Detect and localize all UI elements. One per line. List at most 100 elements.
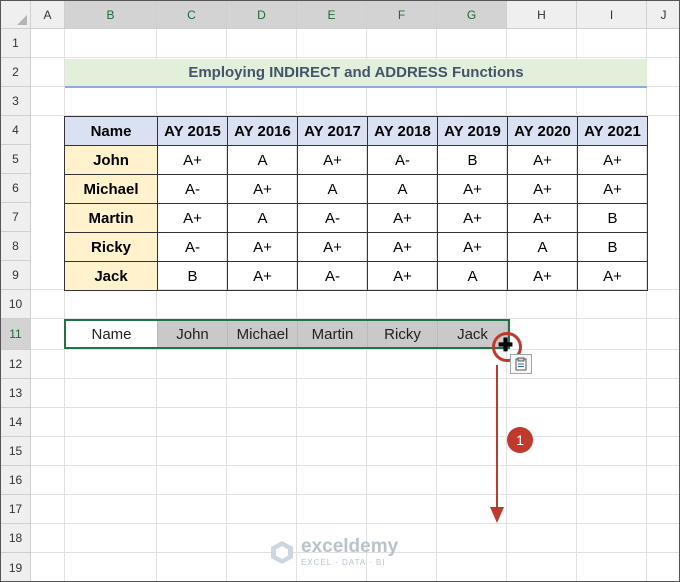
gridline <box>31 378 679 379</box>
grade-cell[interactable]: A+ <box>577 174 648 204</box>
name-cell[interactable]: Ricky <box>64 232 158 262</box>
grade-cell[interactable]: A+ <box>507 174 578 204</box>
gridline <box>31 407 679 408</box>
row-header-7[interactable]: 7 <box>1 203 31 232</box>
gridline <box>31 494 679 495</box>
grade-cell[interactable]: A+ <box>437 232 508 262</box>
column-header-c[interactable]: C <box>157 1 227 29</box>
grade-cell[interactable]: A+ <box>577 145 648 175</box>
grade-cell[interactable]: A+ <box>507 261 578 291</box>
name-cell[interactable]: Martin <box>64 203 158 233</box>
grade-cell[interactable]: A+ <box>297 145 368 175</box>
row-header-18[interactable]: 18 <box>1 524 31 553</box>
column-header-a[interactable]: A <box>31 1 65 29</box>
grade-cell[interactable]: A+ <box>367 232 438 262</box>
column-header-h[interactable]: H <box>507 1 577 29</box>
column-header-f[interactable]: F <box>367 1 437 29</box>
header-cell[interactable]: AY 2016 <box>227 116 298 146</box>
grade-cell[interactable]: A- <box>157 174 228 204</box>
grade-cell[interactable]: A+ <box>507 203 578 233</box>
spreadsheet-window: A B C D E F G H I J 1 2 3 4 5 6 7 8 9 10… <box>0 0 680 582</box>
grade-cell[interactable]: B <box>437 145 508 175</box>
grade-cell[interactable]: A- <box>297 261 368 291</box>
name-cell[interactable]: Michael <box>64 174 158 204</box>
row-header-2[interactable]: 2 <box>1 58 31 87</box>
grade-cell[interactable]: B <box>577 203 648 233</box>
logo-mark-icon <box>271 540 293 564</box>
row-header-9[interactable]: 9 <box>1 261 31 290</box>
row-header-16[interactable]: 16 <box>1 466 31 495</box>
header-cell[interactable]: AY 2018 <box>367 116 438 146</box>
header-cell[interactable]: AY 2021 <box>577 116 648 146</box>
row-header-15[interactable]: 15 <box>1 437 31 466</box>
grade-cell[interactable]: A <box>227 145 298 175</box>
header-cell[interactable]: AY 2019 <box>437 116 508 146</box>
row-header-17[interactable]: 17 <box>1 495 31 524</box>
grade-cell[interactable]: A+ <box>437 174 508 204</box>
clipboard-icon[interactable] <box>510 354 532 374</box>
grade-cell[interactable]: A+ <box>227 232 298 262</box>
row-header-13[interactable]: 13 <box>1 379 31 408</box>
table-row: Jack B A+ A- A+ A A+ A+ <box>64 261 648 291</box>
header-cell[interactable]: AY 2020 <box>507 116 578 146</box>
column-header-g[interactable]: G <box>437 1 507 29</box>
sheet-title[interactable]: Employing INDIRECT and ADDRESS Functions <box>65 59 647 88</box>
grade-cell[interactable]: A+ <box>437 203 508 233</box>
row-header-19[interactable]: 19 <box>1 553 31 581</box>
table-row: Martin A+ A A- A+ A+ A+ B <box>64 203 648 233</box>
grade-cell[interactable]: A+ <box>227 174 298 204</box>
name-cell[interactable]: John <box>64 145 158 175</box>
grade-cell[interactable]: A- <box>297 203 368 233</box>
transposed-name-cell[interactable]: John <box>158 321 228 347</box>
grade-cell[interactable]: A- <box>367 145 438 175</box>
transposed-name-cell[interactable]: Ricky <box>368 321 438 347</box>
grade-cell[interactable]: A+ <box>367 261 438 291</box>
header-cell[interactable]: AY 2015 <box>157 116 228 146</box>
selected-range[interactable]: Name John Michael Martin Ricky Jack <box>64 319 510 349</box>
column-header-b[interactable]: B <box>65 1 157 29</box>
column-header-i[interactable]: I <box>577 1 647 29</box>
gridline <box>226 29 227 581</box>
grade-cell[interactable]: A+ <box>227 261 298 291</box>
grade-cell[interactable]: A <box>227 203 298 233</box>
row-header-11[interactable]: 11 <box>1 319 31 350</box>
header-cell[interactable]: AY 2017 <box>297 116 368 146</box>
row-header-5[interactable]: 5 <box>1 145 31 174</box>
row-header-10[interactable]: 10 <box>1 290 31 319</box>
gridline <box>31 523 679 524</box>
row-header-6[interactable]: 6 <box>1 174 31 203</box>
gridline <box>31 57 679 58</box>
grade-cell[interactable]: B <box>577 232 648 262</box>
name-cell[interactable]: Jack <box>64 261 158 291</box>
grade-cell[interactable]: A <box>367 174 438 204</box>
grade-cell[interactable]: A- <box>157 232 228 262</box>
grade-cell[interactable]: A+ <box>367 203 438 233</box>
transposed-name-cell[interactable]: Michael <box>228 321 298 347</box>
transposed-label-cell[interactable]: Name <box>66 321 158 347</box>
grade-cell[interactable]: A <box>507 232 578 262</box>
grade-cell[interactable]: A+ <box>157 203 228 233</box>
grade-cell[interactable]: A+ <box>577 261 648 291</box>
row-header-1[interactable]: 1 <box>1 29 31 58</box>
column-header-e[interactable]: E <box>297 1 367 29</box>
row-header-14[interactable]: 14 <box>1 408 31 437</box>
grade-cell[interactable]: B <box>157 261 228 291</box>
plus-cursor-icon[interactable]: ✚ <box>498 336 513 354</box>
select-all-corner[interactable] <box>1 1 31 29</box>
grade-cell[interactable]: A+ <box>157 145 228 175</box>
clipboard-icon <box>515 357 527 371</box>
table-row: Ricky A- A+ A+ A+ A+ A B <box>64 232 648 262</box>
grade-cell[interactable]: A <box>297 174 368 204</box>
column-header-j[interactable]: J <box>647 1 679 29</box>
step-badge: 1 <box>507 427 533 453</box>
grade-cell[interactable]: A+ <box>507 145 578 175</box>
grade-cell[interactable]: A <box>437 261 508 291</box>
transposed-name-cell[interactable]: Martin <box>298 321 368 347</box>
header-cell[interactable]: Name <box>64 116 158 146</box>
row-header-12[interactable]: 12 <box>1 350 31 379</box>
row-header-3[interactable]: 3 <box>1 87 31 116</box>
column-header-d[interactable]: D <box>227 1 297 29</box>
grade-cell[interactable]: A+ <box>297 232 368 262</box>
row-header-8[interactable]: 8 <box>1 232 31 261</box>
row-header-4[interactable]: 4 <box>1 116 31 145</box>
